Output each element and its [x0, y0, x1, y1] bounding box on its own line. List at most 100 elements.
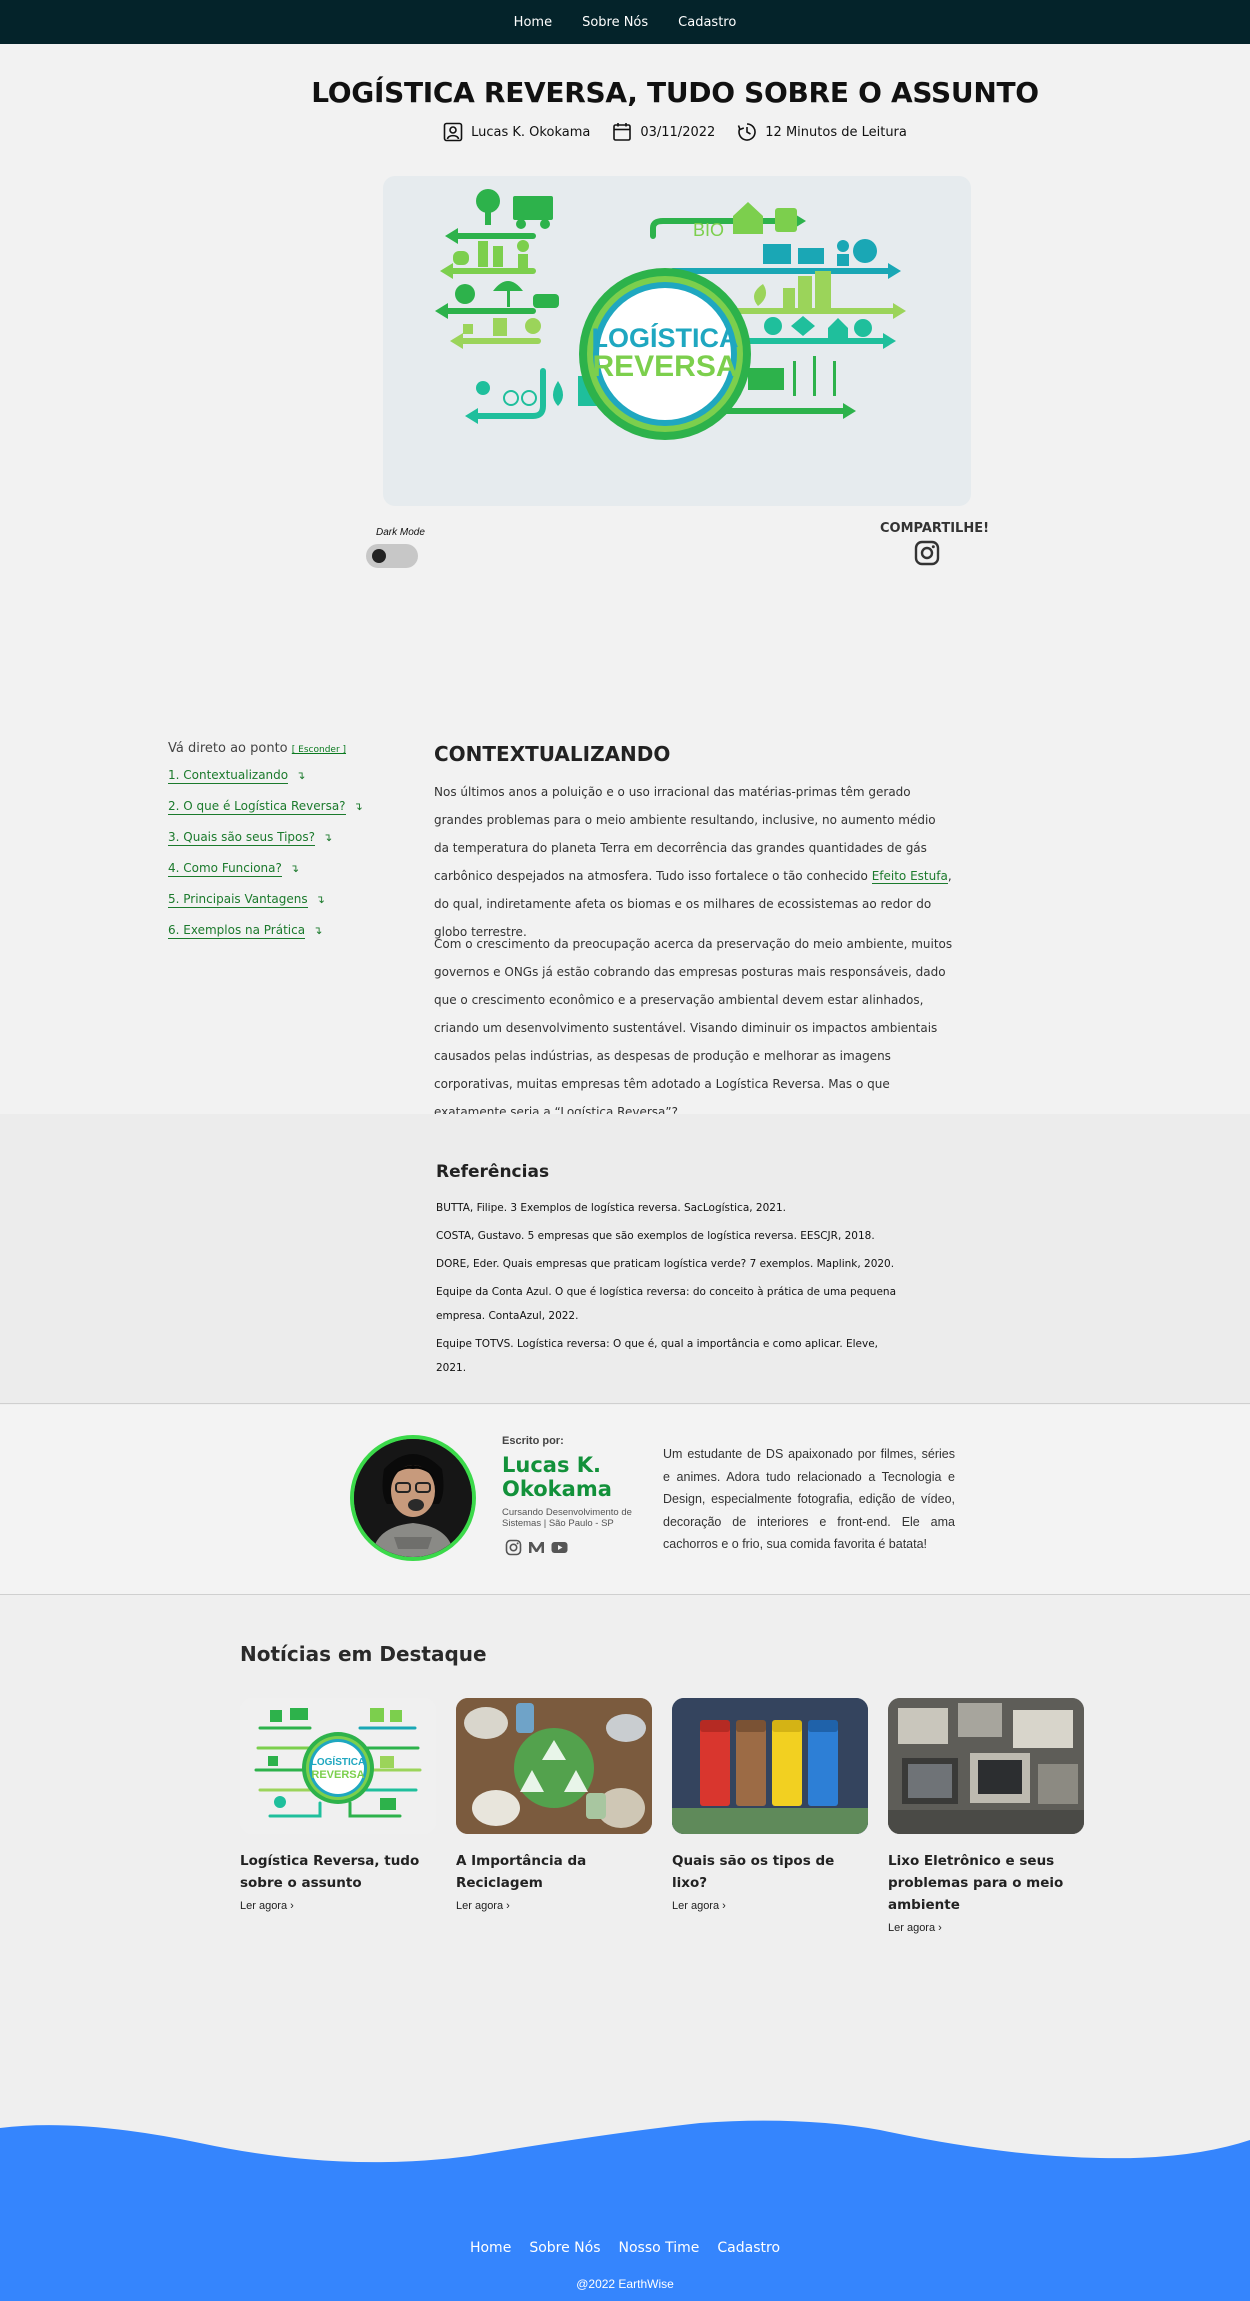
svg-text:REVERSA: REVERSA: [592, 350, 737, 383]
news-thumbnail: [672, 1698, 868, 1834]
toc-item[interactable]: 1. Contextualizando ↴: [168, 768, 363, 799]
references-section: Referências BUTTA, Filipe. 3 Exemplos de…: [0, 1114, 1250, 1404]
section-title: CONTEXTUALIZANDO: [434, 742, 671, 766]
news-card[interactable]: Quais são os tipos de lixo? Ler agora ›: [672, 1698, 868, 1912]
footer-home-link[interactable]: Home: [470, 2240, 511, 2256]
greenhouse-effect-link[interactable]: Efeito Estufa: [871, 869, 948, 884]
nav-about-link[interactable]: Sobre Nós: [582, 15, 648, 30]
toc-item[interactable]: 6. Exemplos na Prática ↴: [168, 923, 363, 954]
reference-item: COSTA, Gustavo. 5 empresas que são exemp…: [436, 1230, 875, 1242]
arrow-down-icon: ↴: [353, 800, 363, 813]
dark-mode-toggle[interactable]: [366, 544, 418, 568]
paragraph-2: Com o crescimento da preocupação acerca …: [434, 937, 953, 1119]
read-more-link[interactable]: Ler agora ›: [888, 1922, 1084, 1934]
read-time-meta: 12 Minutos de Leitura: [737, 122, 907, 142]
read-time: 12 Minutos de Leitura: [765, 124, 907, 140]
toc-item[interactable]: 2. O que é Logística Reversa? ↴: [168, 799, 363, 830]
read-more-label[interactable]: Ler agora: [672, 1900, 719, 1912]
clock-icon: [738, 123, 757, 141]
date-meta: 03/11/2022: [612, 122, 715, 142]
news-card-title[interactable]: Quais são os tipos de lixo?: [672, 1850, 868, 1894]
toc-item[interactable]: 5. Principais Vantagens ↴: [168, 892, 363, 923]
news-card-title[interactable]: Lixo Eletrônico e seus problemas para o …: [888, 1850, 1084, 1916]
footer-wave-background: [0, 2120, 1250, 2301]
svg-text:LOGÍSTICA: LOGÍSTICA: [592, 322, 739, 353]
featured-news-title: Notícias em Destaque: [240, 1642, 487, 1666]
article-hero-image: BIO LOGÍSTICA REVERSA: [383, 176, 971, 506]
chevron-right-icon: ›: [506, 1900, 510, 1912]
news-card[interactable]: A Importância da Reciclagem Ler agora ›: [456, 1698, 652, 1912]
news-card[interactable]: Lixo Eletrônico e seus problemas para o …: [888, 1698, 1084, 1934]
read-more-label[interactable]: Ler agora: [888, 1922, 935, 1934]
footer-navigation: Home Sobre Nós Nosso Time Cadastro: [0, 2240, 1250, 2256]
svg-text:LOGÍSTICA: LOGÍSTICA: [311, 1755, 365, 1768]
news-thumbnail: [456, 1698, 652, 1834]
author-social-links: [505, 1539, 568, 1556]
author-name: Lucas K. Okokama: [471, 124, 591, 140]
written-by-label: Escrito por:: [502, 1435, 564, 1447]
toc-hide-link[interactable]: [ Esconder ]: [292, 745, 346, 755]
news-thumbnail: LOGÍSTICA REVERSA: [240, 1698, 436, 1834]
read-more-label[interactable]: Ler agora: [456, 1900, 503, 1912]
reference-item: BUTTA, Filipe. 3 Exemplos de logística r…: [436, 1202, 786, 1214]
top-navigation: Home Sobre Nós Cadastro: [0, 0, 1250, 44]
author-course: Cursando Desenvolvimento de Sistemas | S…: [502, 1507, 632, 1529]
author-bio: Um estudante de DS apaixonado por filmes…: [663, 1447, 955, 1551]
toc-heading: Vá direto ao ponto [ Esconder ]: [168, 741, 346, 756]
dark-mode-label: Dark Mode: [376, 527, 425, 538]
toc-item-link[interactable]: 6. Exemplos na Prática: [168, 923, 306, 939]
news-card-title[interactable]: A Importância da Reciclagem: [456, 1850, 652, 1894]
read-more-link[interactable]: Ler agora ›: [672, 1900, 868, 1912]
toc-heading-text: Vá direto ao ponto: [168, 741, 288, 756]
user-icon: [443, 122, 463, 142]
arrow-down-icon: ↴: [289, 862, 300, 875]
svg-text:BIO: BIO: [693, 220, 724, 240]
arrow-down-icon: ↴: [313, 924, 323, 937]
reference-item: DORE, Eder. Quais empresas que praticam …: [436, 1258, 895, 1270]
toc-item[interactable]: 4. Como Funciona? ↴: [168, 861, 363, 892]
medium-icon[interactable]: [528, 1539, 545, 1556]
news-card-title[interactable]: Logística Reversa, tudo sobre o assunto: [240, 1850, 436, 1894]
author-section: Escrito por: Lucas K. Okokama Cursando D…: [0, 1405, 1250, 1595]
publish-date: 03/11/2022: [640, 124, 716, 140]
reference-item: Equipe da Conta Azul. O que é logística …: [436, 1286, 897, 1322]
footer-about-link[interactable]: Sobre Nós: [529, 2240, 600, 2256]
toc-item-link[interactable]: 3. Quais são seus Tipos?: [168, 830, 316, 846]
references-title: Referências: [436, 1162, 550, 1182]
references-list: BUTTA, Filipe. 3 Exemplos de logística r…: [436, 1196, 896, 1384]
article-meta: Lucas K. Okokama 03/11/2022 12 Minutos d…: [0, 122, 1250, 142]
read-more-link[interactable]: Ler agora ›: [456, 1900, 652, 1912]
news-card[interactable]: LOGÍSTICA REVERSA Logística Reversa, tud…: [240, 1698, 436, 1912]
toggle-knob: [372, 549, 386, 563]
share-label: COMPARTILHE!: [880, 521, 990, 536]
read-more-link[interactable]: Ler agora ›: [240, 1900, 436, 1912]
footer-register-link[interactable]: Cadastro: [717, 2240, 780, 2256]
nav-register-link[interactable]: Cadastro: [678, 15, 736, 30]
arrow-down-icon: ↴: [296, 769, 306, 782]
arrow-down-icon: ↴: [323, 831, 333, 844]
toc-item-link[interactable]: 5. Principais Vantagens: [168, 892, 308, 908]
youtube-icon[interactable]: [551, 1539, 568, 1556]
calendar-icon: [613, 123, 632, 141]
paragraph-text: Nos últimos anos a poluição e o uso irra…: [434, 785, 936, 883]
author-avatar: [350, 1435, 476, 1561]
copyright-text: @2022 EarthWise: [576, 2277, 674, 2291]
instagram-share-icon[interactable]: [914, 540, 940, 566]
author-full-name: Lucas K. Okokama: [502, 1453, 612, 1501]
article-title: LOGÍSTICA REVERSA, TUDO SOBRE O ASSUNTO: [311, 76, 1039, 109]
toc-item-link[interactable]: 1. Contextualizando: [168, 768, 289, 784]
toc-item[interactable]: 3. Quais são seus Tipos? ↴: [168, 830, 363, 861]
reference-item: Equipe TOTVS. Logística reversa: O que é…: [436, 1338, 879, 1374]
nav-home-link[interactable]: Home: [514, 15, 552, 30]
author-meta: Lucas K. Okokama: [443, 122, 590, 142]
instagram-icon[interactable]: [505, 1539, 522, 1556]
chevron-right-icon: ›: [938, 1922, 942, 1934]
footer-team-link[interactable]: Nosso Time: [619, 2240, 700, 2256]
paragraph-1: Nos últimos anos a poluição e o uso irra…: [434, 778, 954, 946]
toc-item-link[interactable]: 4. Como Funciona?: [168, 861, 282, 877]
toc-list: 1. Contextualizando ↴ 2. O que é Logístic…: [168, 768, 363, 954]
news-thumbnail: [888, 1698, 1084, 1834]
chevron-right-icon: ›: [290, 1900, 294, 1912]
read-more-label[interactable]: Ler agora: [240, 1900, 287, 1912]
toc-item-link[interactable]: 2. O que é Logística Reversa?: [168, 799, 346, 815]
